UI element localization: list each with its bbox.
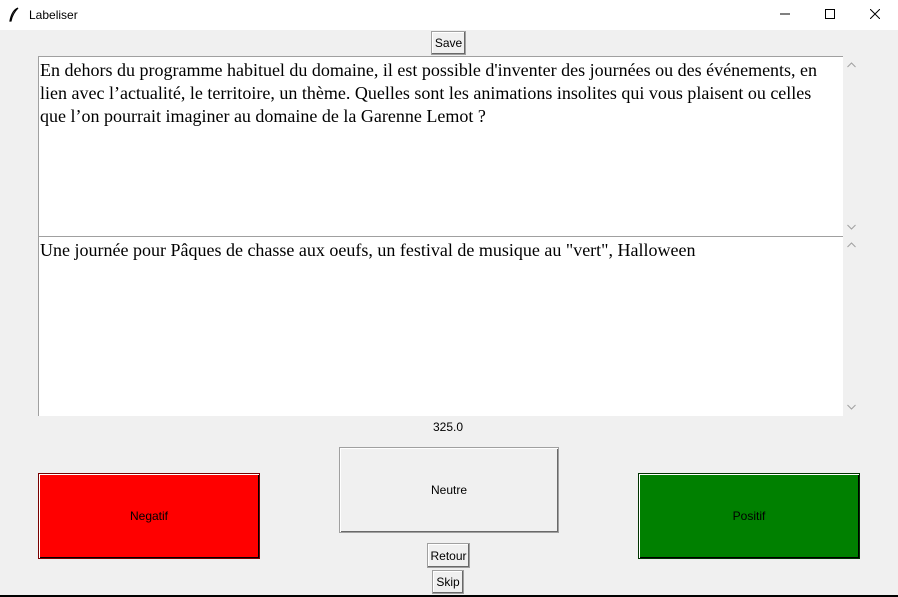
skip-button[interactable]: Skip [432, 570, 464, 594]
minimize-icon [780, 6, 790, 24]
minimize-button[interactable] [762, 0, 808, 30]
close-icon [869, 6, 881, 24]
answer-scrollbar[interactable] [843, 236, 859, 416]
positif-button[interactable]: Positif [638, 473, 860, 559]
scroll-down-icon[interactable] [843, 401, 859, 413]
feather-icon [8, 7, 20, 23]
scroll-up-icon[interactable] [843, 59, 859, 71]
question-scrollbar[interactable] [843, 56, 859, 236]
score-label: 325.0 [432, 420, 464, 434]
neutre-button[interactable]: Neutre [339, 447, 559, 533]
scroll-up-icon[interactable] [843, 239, 859, 251]
maximize-icon [825, 6, 835, 24]
answer-textbox[interactable]: Une journée pour Pâques de chasse aux oe… [38, 236, 843, 416]
maximize-button[interactable] [807, 0, 853, 30]
negatif-button[interactable]: Negatif [38, 473, 260, 559]
save-button[interactable]: Save [431, 31, 466, 55]
title-bar: Labeliser [0, 0, 898, 30]
scroll-down-icon[interactable] [843, 221, 859, 233]
question-textbox[interactable]: En dehors du programme habituel du domai… [38, 56, 843, 236]
retour-button[interactable]: Retour [427, 543, 470, 568]
close-button[interactable] [852, 0, 898, 30]
window-title: Labeliser [29, 8, 78, 22]
